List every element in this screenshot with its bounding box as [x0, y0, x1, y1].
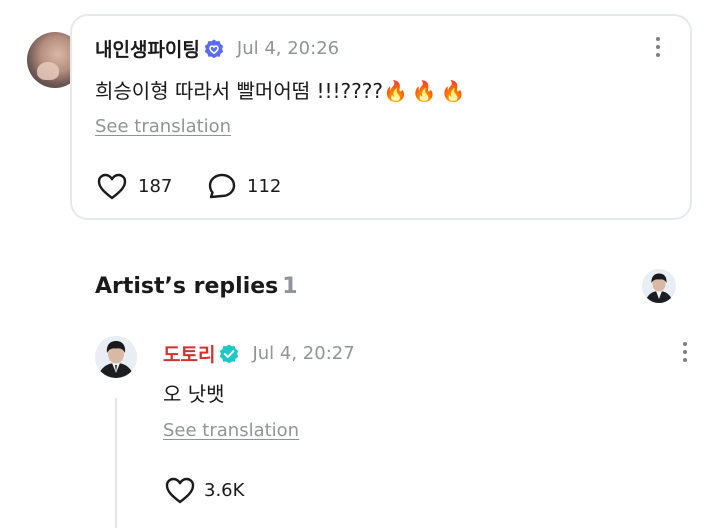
- comment-bubble-icon: [208, 173, 236, 199]
- fan-comment-text: 희승이형 따라서 빨머어떰 !!!????: [95, 79, 383, 103]
- artist-like-count: 3.6K: [204, 479, 245, 501]
- fan-see-translation-link[interactable]: See translation: [95, 116, 231, 137]
- artist-avatar[interactable]: [95, 336, 137, 378]
- artist-replies-count: 1: [282, 274, 298, 299]
- fan-comment-text-row: 희승이형 따라서 빨머어떰 !!!????🔥🔥🔥: [95, 75, 470, 104]
- artist-timestamp: Jul 4, 20:27: [252, 343, 355, 364]
- artist-reply-text: 오 낫뱃: [163, 382, 225, 406]
- artist-header-avatar[interactable]: [642, 269, 676, 303]
- artist-replies-heading: Artist’s replies 1: [95, 274, 298, 299]
- artist-reply-header: 도토리 Jul 4, 20:27: [163, 340, 355, 367]
- fan-username[interactable]: 내인생파이팅: [95, 35, 200, 62]
- fan-comment-header: 내인생파이팅 Jul 4, 20:26: [95, 35, 339, 62]
- artist-replies-title: Artist’s replies: [95, 274, 279, 299]
- fan-like-action[interactable]: 187: [96, 172, 172, 200]
- heart-icon: [97, 173, 127, 200]
- fire-emoji-icon: 🔥🔥🔥: [383, 79, 470, 103]
- fan-reply-action[interactable]: 112: [207, 172, 281, 200]
- fan-verified-badge-icon: [203, 38, 225, 60]
- heart-icon: [165, 477, 195, 504]
- artist-username[interactable]: 도토리: [163, 340, 215, 367]
- fan-reply-count: 112: [247, 175, 282, 197]
- artist-verified-badge-icon: [218, 343, 240, 365]
- reply-thread-line: [115, 398, 117, 528]
- artist-see-translation-link[interactable]: See translation: [163, 420, 299, 441]
- fan-like-count: 187: [138, 175, 173, 197]
- artist-like-action[interactable]: 3.6K: [164, 476, 244, 504]
- fan-more-options-icon[interactable]: [651, 37, 665, 57]
- fan-timestamp: Jul 4, 20:26: [236, 38, 340, 59]
- artist-more-options-icon[interactable]: [678, 342, 692, 362]
